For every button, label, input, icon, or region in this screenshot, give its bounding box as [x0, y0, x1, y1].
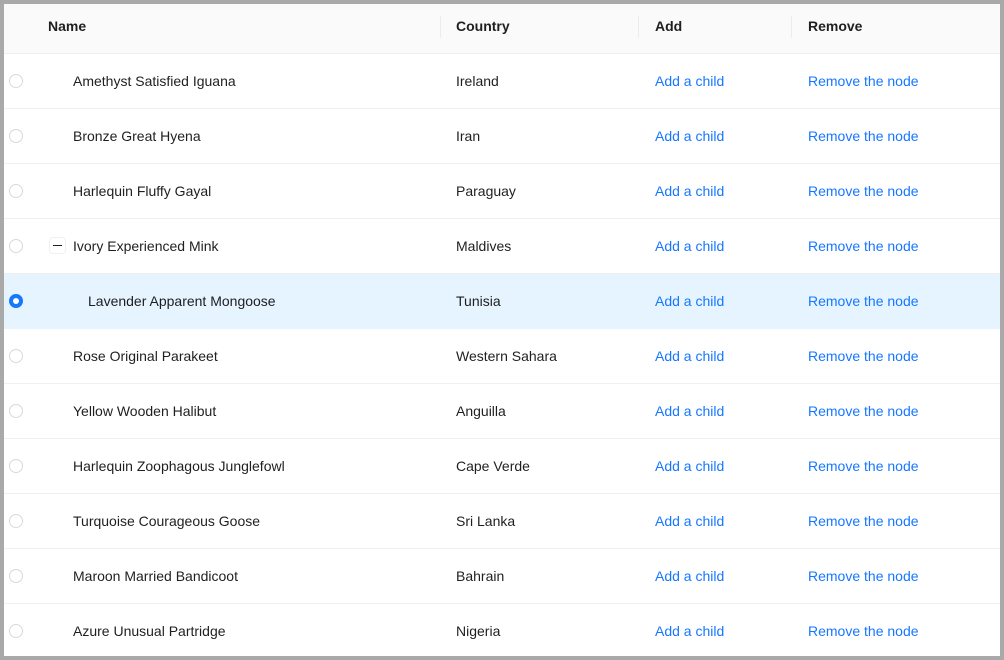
row-name: Amethyst Satisfied Iguana [73, 73, 236, 89]
row-name: Harlequin Zoophagous Junglefowl [73, 458, 285, 474]
row-select-radio[interactable] [9, 514, 23, 528]
row-country: Sri Lanka [456, 513, 516, 529]
table-row[interactable]: Harlequin Zoophagous Junglefowl Cape Ver… [4, 439, 1000, 494]
column-divider [440, 16, 441, 38]
remove-node-link[interactable]: Remove the node [808, 384, 919, 438]
column-header-country[interactable]: Country [456, 4, 510, 53]
table-row-selected[interactable]: Lavender Apparent Mongoose Tunisia Add a… [4, 274, 1000, 329]
collapse-minus-icon[interactable] [49, 237, 66, 254]
row-select-radio[interactable] [9, 624, 23, 638]
row-select-radio[interactable] [9, 184, 23, 198]
row-country: Tunisia [456, 293, 501, 309]
remove-node-link[interactable]: Remove the node [808, 549, 919, 603]
remove-node-link[interactable]: Remove the node [808, 54, 919, 108]
row-select-radio[interactable] [9, 74, 23, 88]
column-header-name[interactable]: Name [48, 4, 86, 53]
row-select-radio[interactable] [9, 459, 23, 473]
table-row[interactable]: Turquoise Courageous Goose Sri Lanka Add… [4, 494, 1000, 549]
add-child-link[interactable]: Add a child [655, 494, 724, 548]
column-header-add[interactable]: Add [655, 4, 682, 53]
row-name: Yellow Wooden Halibut [73, 403, 217, 419]
column-divider [638, 16, 639, 38]
column-divider [791, 16, 792, 38]
row-country: Paraguay [456, 183, 516, 199]
row-select-radio[interactable] [9, 404, 23, 418]
table-row[interactable]: Bronze Great Hyena Iran Add a child Remo… [4, 109, 1000, 164]
add-child-link[interactable]: Add a child [655, 54, 724, 108]
row-name: Ivory Experienced Mink [73, 238, 219, 254]
remove-node-link[interactable]: Remove the node [808, 329, 919, 383]
remove-node-link[interactable]: Remove the node [808, 274, 919, 328]
table-header: Name Country Add Remove [4, 4, 1000, 54]
add-child-link[interactable]: Add a child [655, 109, 724, 163]
add-child-link[interactable]: Add a child [655, 439, 724, 493]
table-row[interactable]: Harlequin Fluffy Gayal Paraguay Add a ch… [4, 164, 1000, 219]
row-name: Maroon Married Bandicoot [73, 568, 238, 584]
remove-node-link[interactable]: Remove the node [808, 219, 919, 273]
remove-node-link[interactable]: Remove the node [808, 164, 919, 218]
row-country: Nigeria [456, 623, 501, 639]
row-country: Ireland [456, 73, 499, 89]
table-row[interactable]: Amethyst Satisfied Iguana Ireland Add a … [4, 54, 1000, 109]
remove-node-link[interactable]: Remove the node [808, 109, 919, 163]
row-select-radio[interactable] [9, 569, 23, 583]
row-name: Bronze Great Hyena [73, 128, 201, 144]
add-child-link[interactable]: Add a child [655, 604, 724, 656]
row-name: Rose Original Parakeet [73, 348, 218, 364]
tree-table: Name Country Add Remove Amethyst Satisfi… [4, 4, 1000, 656]
add-child-link[interactable]: Add a child [655, 384, 724, 438]
add-child-link[interactable]: Add a child [655, 329, 724, 383]
row-country: Cape Verde [456, 458, 530, 474]
remove-node-link[interactable]: Remove the node [808, 494, 919, 548]
add-child-link[interactable]: Add a child [655, 164, 724, 218]
table-row[interactable]: Yellow Wooden Halibut Anguilla Add a chi… [4, 384, 1000, 439]
add-child-link[interactable]: Add a child [655, 219, 724, 273]
remove-node-link[interactable]: Remove the node [808, 604, 919, 656]
row-select-radio[interactable] [9, 294, 23, 308]
row-name: Turquoise Courageous Goose [73, 513, 261, 529]
row-select-radio[interactable] [9, 239, 23, 253]
row-name: Lavender Apparent Mongoose [88, 293, 276, 309]
row-name: Harlequin Fluffy Gayal [73, 183, 212, 199]
row-country: Western Sahara [456, 348, 557, 364]
add-child-link[interactable]: Add a child [655, 274, 724, 328]
table-row[interactable]: Ivory Experienced Mink Maldives Add a ch… [4, 219, 1000, 274]
table-row[interactable]: Azure Unusual Partridge Nigeria Add a ch… [4, 604, 1000, 656]
add-child-link[interactable]: Add a child [655, 549, 724, 603]
row-country: Anguilla [456, 403, 506, 419]
column-header-remove[interactable]: Remove [808, 4, 862, 53]
row-name: Azure Unusual Partridge [73, 623, 226, 639]
row-country: Maldives [456, 238, 512, 254]
row-select-radio[interactable] [9, 129, 23, 143]
row-select-radio[interactable] [9, 349, 23, 363]
row-country: Bahrain [456, 568, 505, 584]
remove-node-link[interactable]: Remove the node [808, 439, 919, 493]
row-country: Iran [456, 128, 481, 144]
table-row[interactable]: Rose Original Parakeet Western Sahara Ad… [4, 329, 1000, 384]
table-row[interactable]: Maroon Married Bandicoot Bahrain Add a c… [4, 549, 1000, 604]
